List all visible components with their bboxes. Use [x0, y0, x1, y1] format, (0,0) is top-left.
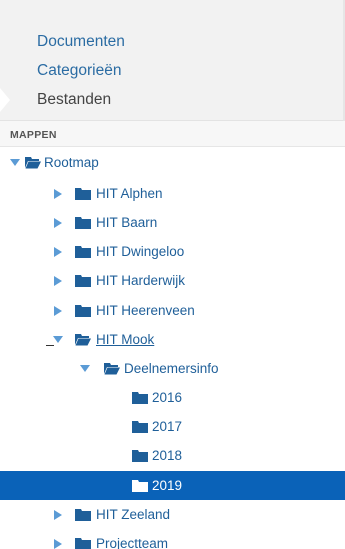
active-indicator	[0, 88, 10, 112]
tree-item-hit-mook[interactable]: HIT Mook	[0, 325, 345, 354]
tree-item-label: HIT Heerenveen	[96, 303, 195, 318]
caret-right-icon[interactable]	[52, 538, 64, 549]
tree-item-label: Projectteam	[96, 536, 169, 549]
tree-item-hit-zeeland[interactable]: HIT Zeeland	[0, 500, 345, 529]
tree-item-hit-harderwijk[interactable]: HIT Harderwijk	[0, 266, 345, 295]
tree-item-label: Deelnemersinfo	[124, 361, 219, 376]
tree-item-label: Rootmap	[44, 155, 99, 170]
tree-item-label: HIT Dwingeloo	[96, 244, 185, 259]
tree-item-label: 2019	[152, 478, 183, 493]
side-nav: Documenten Categorieën Bestanden	[0, 0, 345, 121]
tree-item-2017[interactable]: 2017	[0, 412, 345, 441]
tree-item-label: 2017	[152, 419, 183, 434]
tree-item-label: HIT Alphen	[96, 186, 163, 201]
caret-right-icon[interactable]	[52, 305, 64, 317]
caret-right-icon[interactable]	[52, 217, 64, 229]
folder-icon	[75, 538, 91, 549]
folder-icon	[75, 305, 91, 317]
tree-item-label: HIT Harderwijk	[96, 273, 186, 288]
caret-down-icon[interactable]	[52, 333, 64, 345]
folder-open-icon	[104, 363, 120, 375]
folder-icon	[75, 509, 91, 521]
tree-item-hit-dwingeloo[interactable]: HIT Dwingeloo	[0, 237, 345, 266]
nav-categorieen[interactable]: Categorieën	[37, 61, 121, 81]
tree-item-label: 2018	[152, 448, 183, 463]
nav-bestanden[interactable]: Bestanden	[37, 90, 111, 110]
folder-icon	[75, 188, 91, 200]
tree-item-hit-heerenveen[interactable]: HIT Heerenveen	[0, 296, 345, 325]
tree-item-label: HIT Baarn	[96, 215, 158, 230]
folder-open-icon	[25, 157, 41, 169]
tree-item-label: HIT Zeeland	[96, 507, 171, 522]
tree-item-label: HIT Mook	[96, 332, 155, 347]
caret-right-icon[interactable]	[52, 188, 64, 200]
caret-down-icon[interactable]	[79, 362, 91, 374]
caret-right-icon[interactable]	[52, 246, 64, 258]
folder-icon	[132, 421, 148, 433]
section-title: MAPPEN	[10, 129, 57, 141]
cursor-mark	[46, 345, 54, 346]
folder-icon	[132, 392, 148, 404]
section-header: MAPPEN	[0, 121, 345, 147]
tree-item-hit-baarn[interactable]: HIT Baarn	[0, 208, 345, 237]
tree-item-2019[interactable]: 2019	[0, 471, 345, 500]
folder-icon	[75, 275, 91, 287]
tree-item-rootmap[interactable]: Rootmap	[0, 148, 345, 177]
caret-down-icon[interactable]	[9, 156, 21, 168]
caret-right-icon[interactable]	[52, 275, 64, 287]
nav-documenten[interactable]: Documenten	[37, 32, 125, 52]
tree-item-deelnemersinfo[interactable]: Deelnemersinfo	[0, 354, 345, 383]
tree-item-2016[interactable]: 2016	[0, 383, 345, 412]
tree-item-hit-alphen[interactable]: HIT Alphen	[0, 179, 345, 208]
folder-icon	[75, 246, 91, 258]
tree-item-2018[interactable]: 2018	[0, 441, 345, 470]
caret-right-icon[interactable]	[52, 509, 64, 521]
folder-icon	[132, 450, 148, 462]
folder-icon	[75, 217, 91, 229]
tree-item-label: 2016	[152, 390, 183, 405]
folder-open-icon	[75, 334, 91, 346]
folder-icon	[132, 480, 148, 492]
tree-item-projectteam[interactable]: Projectteam	[0, 529, 345, 549]
